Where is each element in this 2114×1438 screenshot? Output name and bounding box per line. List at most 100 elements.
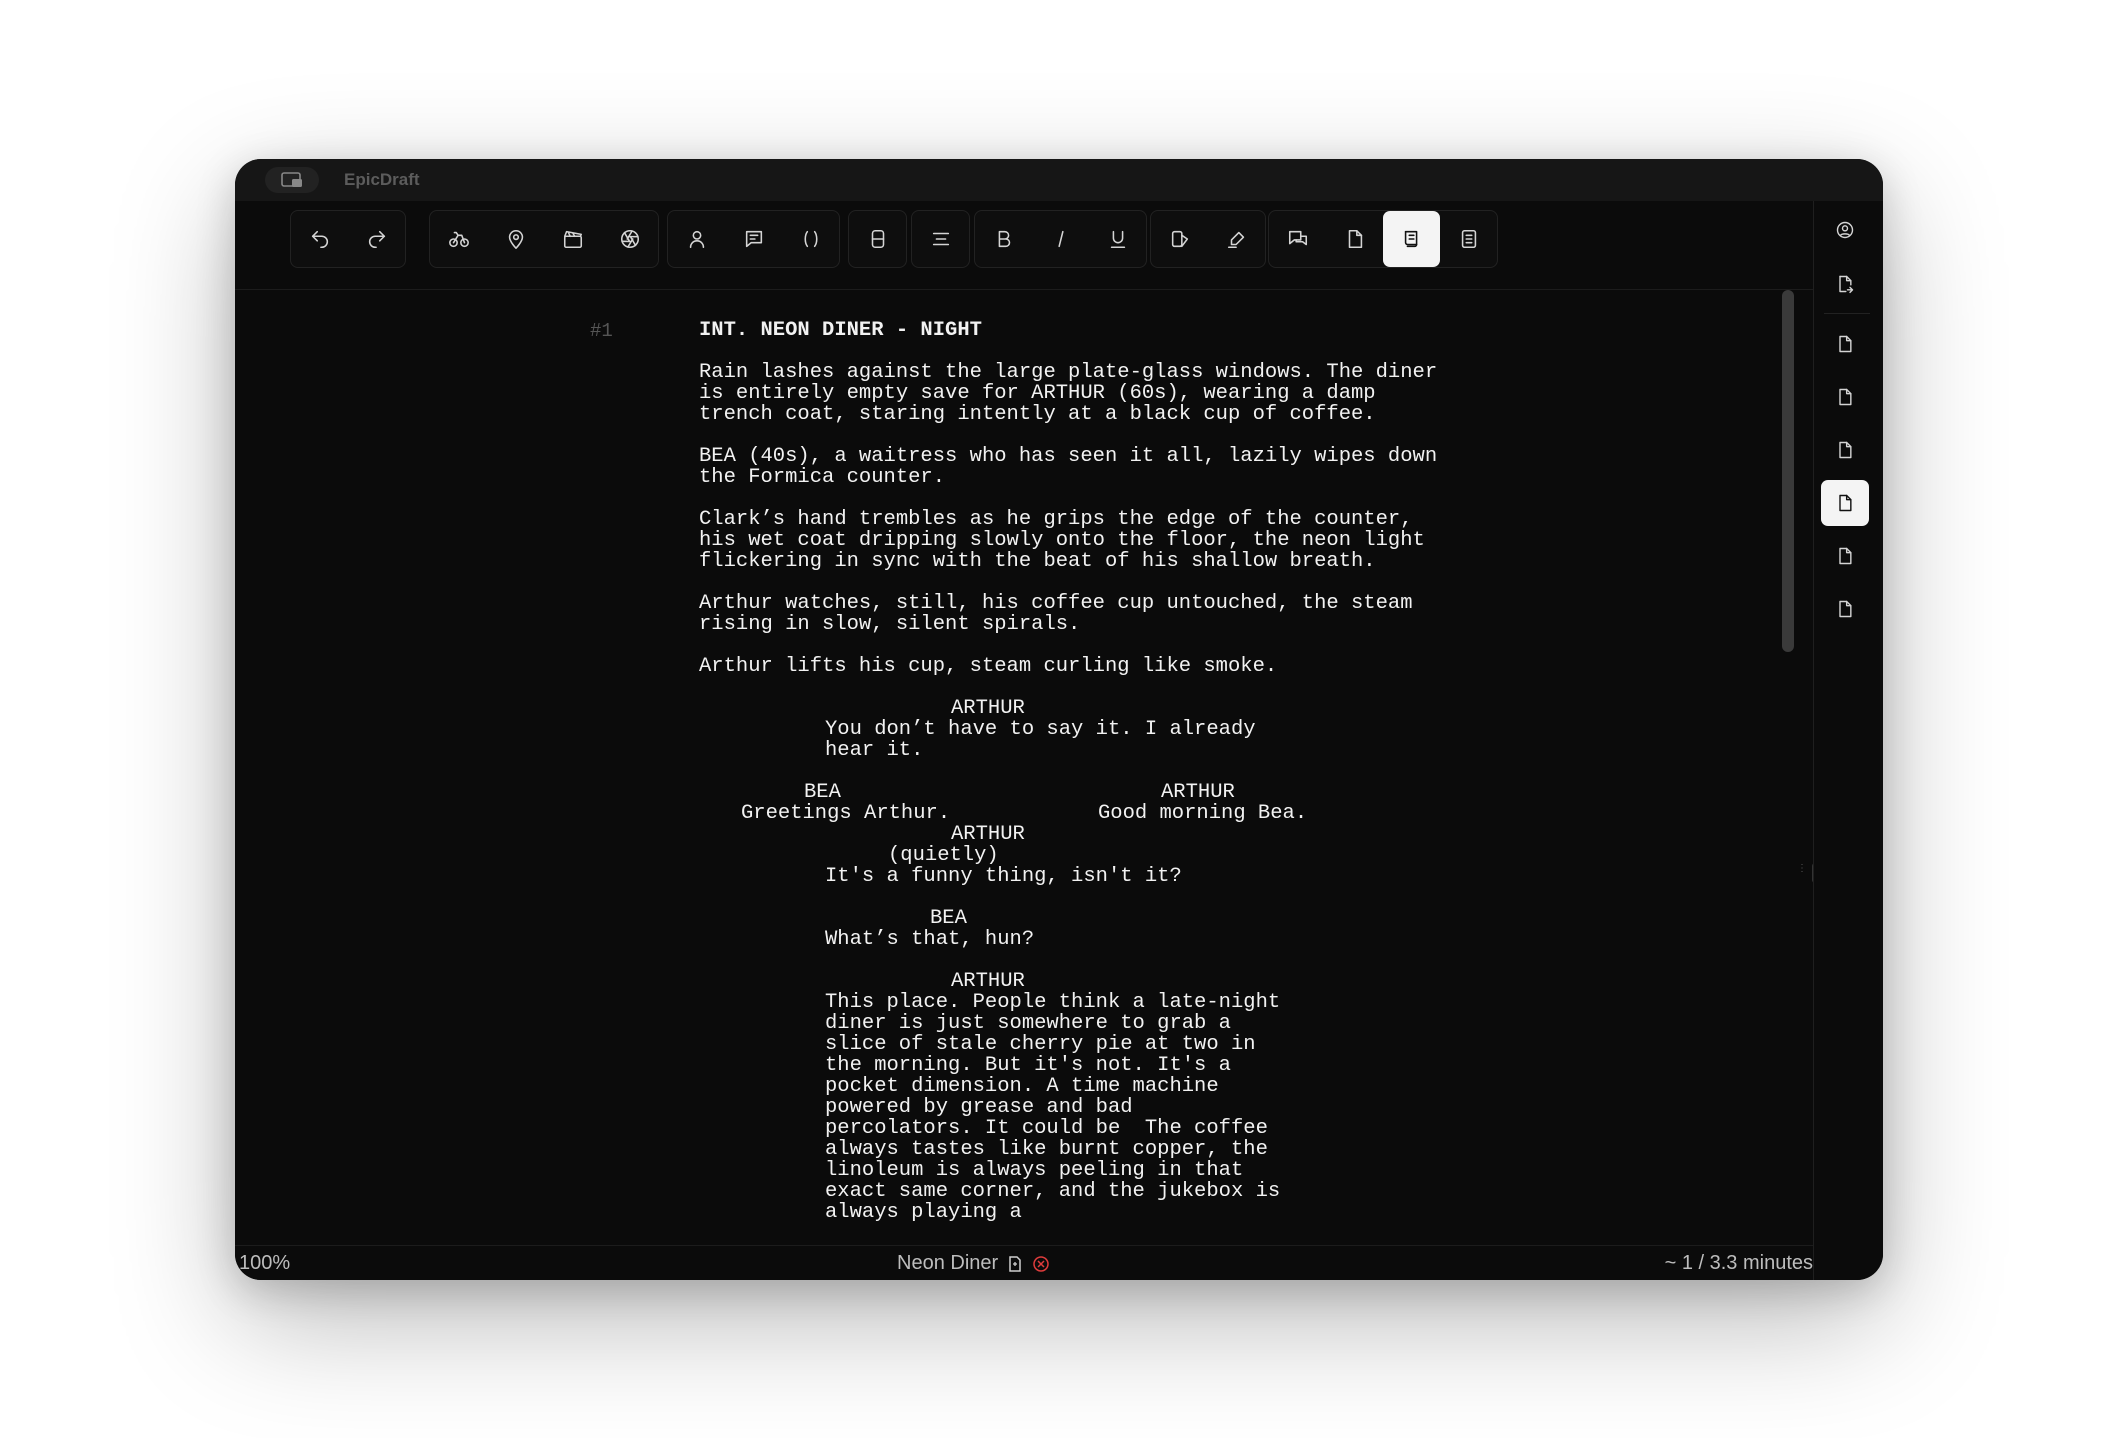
redo-button[interactable] (348, 211, 405, 267)
status-bar: 100% Neon Diner ~ 1 / 3.3 minutes (235, 1245, 1813, 1280)
dual-group (848, 210, 907, 268)
script-view-button[interactable] (1383, 211, 1440, 267)
title-bar: EpicDraft (235, 159, 1883, 202)
dual-dialogue-icon (871, 229, 884, 249)
markup-group (1150, 210, 1266, 268)
scene-number: #1 (590, 320, 613, 342)
dialogue-line[interactable]: This place. People think a late-night di… (699, 992, 1285, 1223)
bold-button[interactable] (975, 211, 1032, 267)
editor-scrollbar[interactable] (1782, 290, 1794, 652)
character-name[interactable]: BEA (699, 782, 1056, 803)
outline-view-button[interactable] (1440, 211, 1497, 267)
character-name[interactable]: ARTHUR (699, 824, 1459, 845)
page-icon (1839, 494, 1852, 512)
character-name[interactable]: ARTHUR (699, 971, 1459, 992)
elements-group (429, 210, 659, 268)
dual-dialogue-button[interactable] (849, 211, 906, 267)
page-icon (1839, 600, 1852, 618)
redo-icon (368, 230, 385, 249)
error-icon[interactable] (1032, 1255, 1050, 1273)
account-button[interactable] (1821, 207, 1869, 253)
scene-button[interactable] (544, 211, 601, 267)
action-icon (448, 231, 469, 248)
screenplay-page[interactable]: INT. NEON DINER - NIGHT Rain lashes agai… (699, 320, 1459, 1223)
page-thumbnail-2[interactable] (1821, 374, 1869, 420)
dialogue-line[interactable]: Good morning Bea. (1056, 803, 1413, 824)
app-window: EpicDraft #1 INT. NEON DINER - NIGHT Rai… (235, 159, 1883, 1280)
location-icon (508, 229, 523, 249)
character-name[interactable]: BEA (699, 908, 1459, 929)
action-line[interactable]: Rain lashes against the large plate-glas… (699, 362, 1459, 425)
export-icon (1839, 275, 1854, 294)
align-center-button[interactable] (912, 211, 969, 267)
sidebar-toggle-button[interactable] (265, 167, 319, 193)
export-button[interactable] (1821, 261, 1869, 307)
dialogue-line[interactable]: You don’t have to say it. I already hear… (699, 719, 1295, 761)
document-name: Neon Diner (897, 1252, 999, 1274)
signature-pen-icon (1227, 231, 1244, 249)
resize-grip[interactable]: ⋮ (1797, 864, 1807, 881)
dialogue-line[interactable]: Greetings Arthur. (699, 803, 1056, 824)
comments-button[interactable] (1269, 211, 1326, 267)
user-icon (1836, 221, 1854, 239)
document-sync-icon[interactable] (1006, 1255, 1024, 1273)
page-icon (1839, 388, 1852, 406)
camera-aperture-icon (620, 229, 639, 249)
align-center-icon (932, 232, 949, 246)
action-line[interactable]: BEA (40s), a waitress who has seen it al… (699, 446, 1459, 488)
bold-icon (998, 230, 1010, 248)
page-button[interactable] (1326, 211, 1383, 267)
script-duration: ~ 1 / 3.3 minutes (1664, 1252, 1813, 1274)
highlight-icon (1171, 230, 1188, 248)
parenthetical-button[interactable] (782, 211, 839, 267)
dialogue-button[interactable] (725, 211, 782, 267)
action-line[interactable]: Clark’s hand trembles as he grips the ed… (699, 509, 1459, 572)
dialogue-icon (745, 230, 762, 248)
outline-view-icon (1461, 229, 1476, 249)
sidebar-toggle-icon (281, 172, 302, 187)
page-thumbnail-5[interactable] (1821, 533, 1869, 579)
character-button[interactable] (668, 211, 725, 267)
comments-icon (1288, 230, 1307, 246)
dialogue-line[interactable]: What’s that, hun? (699, 929, 1295, 950)
script-view-icon (1404, 230, 1417, 248)
script-editor[interactable]: #1 INT. NEON DINER - NIGHT Rain lashes a… (235, 290, 1813, 1268)
dual-dialogue: BEA Greetings Arthur. ARTHUR Good mornin… (699, 782, 1459, 824)
page-icon (1839, 547, 1852, 565)
shot-button[interactable] (601, 211, 658, 267)
page-thumbnail-4[interactable] (1821, 480, 1869, 526)
document-indicator: Neon Diner (897, 1252, 1050, 1275)
parenthetical[interactable]: (quietly) (699, 845, 1459, 866)
character-name[interactable]: ARTHUR (1056, 782, 1413, 803)
scene-heading[interactable]: INT. NEON DINER - NIGHT (699, 320, 1459, 341)
page-icon (1348, 229, 1362, 249)
location-button[interactable] (487, 211, 544, 267)
right-sidebar (1813, 201, 1883, 1280)
page-thumbnail-3[interactable] (1821, 427, 1869, 473)
dialogue-line[interactable]: It's a funny thing, isn't it? (699, 866, 1295, 887)
character-icon (689, 230, 704, 249)
view-group (1268, 210, 1498, 268)
format-group (974, 210, 1147, 268)
italic-button[interactable] (1032, 211, 1089, 267)
action-button[interactable] (430, 211, 487, 267)
undo-button[interactable] (291, 211, 348, 267)
page-icon (1839, 335, 1852, 353)
sidebar-divider (1824, 313, 1870, 314)
underline-button[interactable] (1089, 211, 1146, 267)
zoom-level[interactable]: 100% (239, 1252, 290, 1275)
action-line[interactable]: Arthur lifts his cup, steam curling like… (699, 656, 1459, 677)
underline-icon (1110, 230, 1125, 249)
page-icon (1839, 441, 1852, 459)
page-thumbnail-6[interactable] (1821, 586, 1869, 632)
character-name[interactable]: ARTHUR (699, 698, 1459, 719)
align-group (911, 210, 970, 268)
page-thumbnail-1[interactable] (1821, 321, 1869, 367)
signature-button[interactable] (1208, 211, 1265, 267)
history-group (290, 210, 406, 268)
action-line[interactable]: Arthur watches, still, his coffee cup un… (699, 593, 1459, 635)
highlight-button[interactable] (1151, 211, 1208, 267)
toolbar (235, 201, 1813, 290)
app-title: EpicDraft (344, 170, 420, 189)
undo-icon (311, 230, 328, 249)
